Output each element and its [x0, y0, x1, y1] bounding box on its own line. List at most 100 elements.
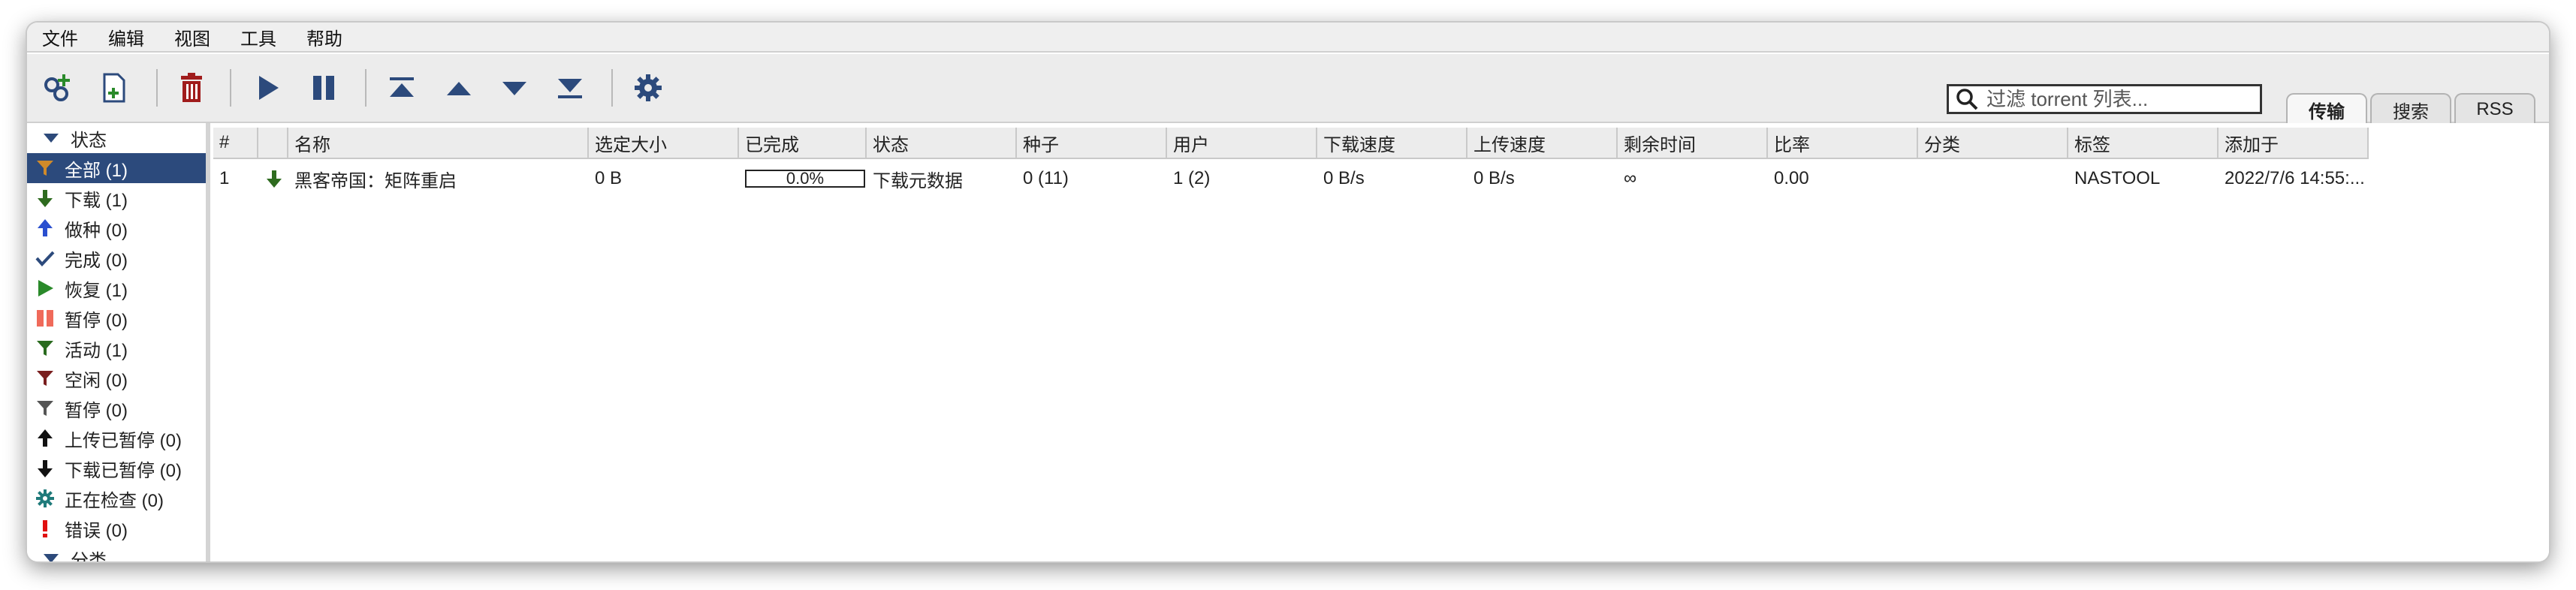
add-torrent-link-button[interactable]	[41, 71, 75, 105]
move-down-button[interactable]	[497, 71, 532, 105]
table-row[interactable]: 1 黑客帝国：矩阵重启 0 B 0.0% 下载元数据 0 (11) 1 (2) …	[213, 165, 2369, 192]
status-header-label: 状态	[71, 130, 107, 151]
play-icon	[35, 278, 56, 299]
column-header-category[interactable]: 分类	[1918, 128, 2068, 158]
sidebar-item-upload-paused[interactable]: 上传已暂停 (0)	[27, 423, 206, 453]
cell-ratio: 0.00	[1774, 168, 1809, 188]
toolbar-separator	[156, 69, 158, 107]
sidebar-item-label: 活动 (1)	[65, 340, 128, 361]
filter-torrent-input[interactable]	[1985, 86, 2258, 112]
sidebar-item-paused[interactable]: 暂停 (0)	[27, 303, 206, 333]
menu-tools[interactable]: 工具	[240, 24, 276, 50]
move-down-icon	[502, 82, 526, 95]
sidebar-item-label: 做种 (0)	[65, 220, 128, 241]
column-header-download-speed[interactable]: 下载速度	[1317, 128, 1467, 158]
cell-upload-speed: 0 B/s	[1474, 168, 1515, 188]
cell-eta: ∞	[1624, 168, 1637, 188]
sidebar-item-active[interactable]: 活动 (1)	[27, 333, 206, 363]
sidebar-item-completed[interactable]: 完成 (0)	[27, 243, 206, 273]
sidebar-item-inactive[interactable]: 空闲 (0)	[27, 363, 206, 393]
collapse-triangle-icon	[44, 554, 59, 561]
column-header-size[interactable]: 选定大小	[589, 128, 739, 158]
sidebar-item-label: 下载 (1)	[65, 190, 128, 211]
tab-rss[interactable]: RSS	[2454, 93, 2535, 125]
filter-icon	[35, 368, 56, 389]
column-header-seeds[interactable]: 种子	[1017, 128, 1167, 158]
progress-bar: 0.0%	[745, 169, 865, 188]
settings-button[interactable]	[631, 71, 665, 105]
tab-transfers[interactable]: 传输	[2286, 93, 2367, 125]
sidebar-item-label: 下载已暂停 (0)	[65, 460, 182, 481]
menu-bar: 文件 编辑 视图 工具 帮助	[27, 23, 2549, 53]
filter-icon	[35, 398, 56, 419]
column-header-upload-speed[interactable]: 上传速度	[1467, 128, 1618, 158]
filter-icon	[35, 158, 56, 179]
cell-status: 下载元数据	[873, 170, 963, 191]
check-icon	[35, 248, 56, 269]
cell-added-on: 2022/7/6 14:55:...	[2225, 168, 2365, 188]
sidebar-item-seeding[interactable]: 做种 (0)	[27, 213, 206, 243]
cell-size: 0 B	[595, 168, 623, 188]
cell-tags: NASTOOL	[2074, 168, 2161, 188]
sidebar-item-label: 错误 (0)	[65, 520, 128, 541]
toolbar: 传输 搜索 RSS	[27, 54, 2549, 125]
menu-edit[interactable]: 编辑	[108, 24, 144, 50]
menu-file[interactable]: 文件	[42, 24, 78, 50]
menu-view[interactable]: 视图	[174, 24, 210, 50]
cell-seeds: 0 (11)	[1023, 168, 1069, 188]
move-up-icon	[447, 82, 471, 95]
column-header-peers[interactable]: 用户	[1167, 128, 1317, 158]
downloading-arrow-icon	[267, 170, 282, 188]
column-header-done[interactable]: 已完成	[739, 128, 867, 158]
pause-icon	[313, 76, 334, 100]
column-header-ratio[interactable]: 比率	[1768, 128, 1918, 158]
column-header-added-on[interactable]: 添加于	[2219, 128, 2369, 158]
arrow-up-icon	[35, 218, 56, 239]
cell-done: 0.0%	[739, 165, 867, 192]
toolbar-separator	[611, 69, 613, 107]
column-header-name[interactable]: 名称	[288, 128, 589, 158]
column-header-tags[interactable]: 标签	[2068, 128, 2219, 158]
sidebar-item-checking[interactable]: 正在检查 (0)	[27, 483, 206, 513]
sidebar-item-download-paused[interactable]: 下载已暂停 (0)	[27, 453, 206, 483]
move-top-button[interactable]	[385, 71, 419, 105]
toolbar-separator	[365, 69, 366, 107]
filter-icon	[35, 338, 56, 359]
sidebar-item-stalled[interactable]: 暂停 (0)	[27, 393, 206, 423]
move-top-icon	[390, 77, 414, 97]
toolbar-separator	[230, 69, 231, 107]
exclamation-icon	[35, 518, 56, 539]
cell-category	[1918, 165, 2068, 192]
move-up-button[interactable]	[442, 71, 476, 105]
add-link-icon	[44, 74, 70, 101]
sidebar-status-header[interactable]: 状态	[27, 123, 206, 153]
table-header: # 名称 选定大小 已完成 状态 种子 用户 下载速度 上传速度 剩余时间 比率…	[213, 128, 2369, 159]
column-header-number[interactable]: #	[213, 128, 258, 158]
sidebar: 状态 全部 (1) 下载 (1) 做种 (0) 完成 (0) 恢复 (1) 暂停…	[27, 123, 210, 561]
cell-number: 1	[219, 168, 230, 188]
column-header-state[interactable]	[258, 128, 288, 158]
sidebar-item-errored[interactable]: 错误 (0)	[27, 513, 206, 543]
add-torrent-file-button[interactable]	[96, 71, 131, 105]
progress-text: 0.0%	[786, 169, 825, 188]
sidebar-item-label: 全部 (1)	[65, 160, 128, 181]
sidebar-item-downloading[interactable]: 下载 (1)	[27, 183, 206, 213]
collapse-triangle-icon	[44, 134, 59, 143]
sidebar-item-resumed[interactable]: 恢复 (1)	[27, 273, 206, 303]
sidebar-item-label: 暂停 (0)	[65, 400, 128, 421]
resume-button[interactable]	[251, 71, 285, 105]
sidebar-category-header[interactable]: 分类	[27, 543, 206, 561]
delete-button[interactable]	[174, 71, 209, 105]
arrow-down-icon	[35, 188, 56, 209]
settings-icon	[635, 74, 662, 101]
move-bottom-button[interactable]	[553, 71, 587, 105]
column-header-eta[interactable]: 剩余时间	[1618, 128, 1768, 158]
menu-help[interactable]: 帮助	[306, 24, 342, 50]
sidebar-item-all[interactable]: 全部 (1)	[27, 153, 206, 183]
cell-download-speed: 0 B/s	[1323, 168, 1365, 188]
pause-button[interactable]	[306, 71, 341, 105]
gear-icon	[35, 488, 56, 509]
column-header-status[interactable]: 状态	[867, 128, 1017, 158]
cell-state	[258, 165, 288, 192]
tab-search[interactable]: 搜索	[2370, 93, 2451, 125]
